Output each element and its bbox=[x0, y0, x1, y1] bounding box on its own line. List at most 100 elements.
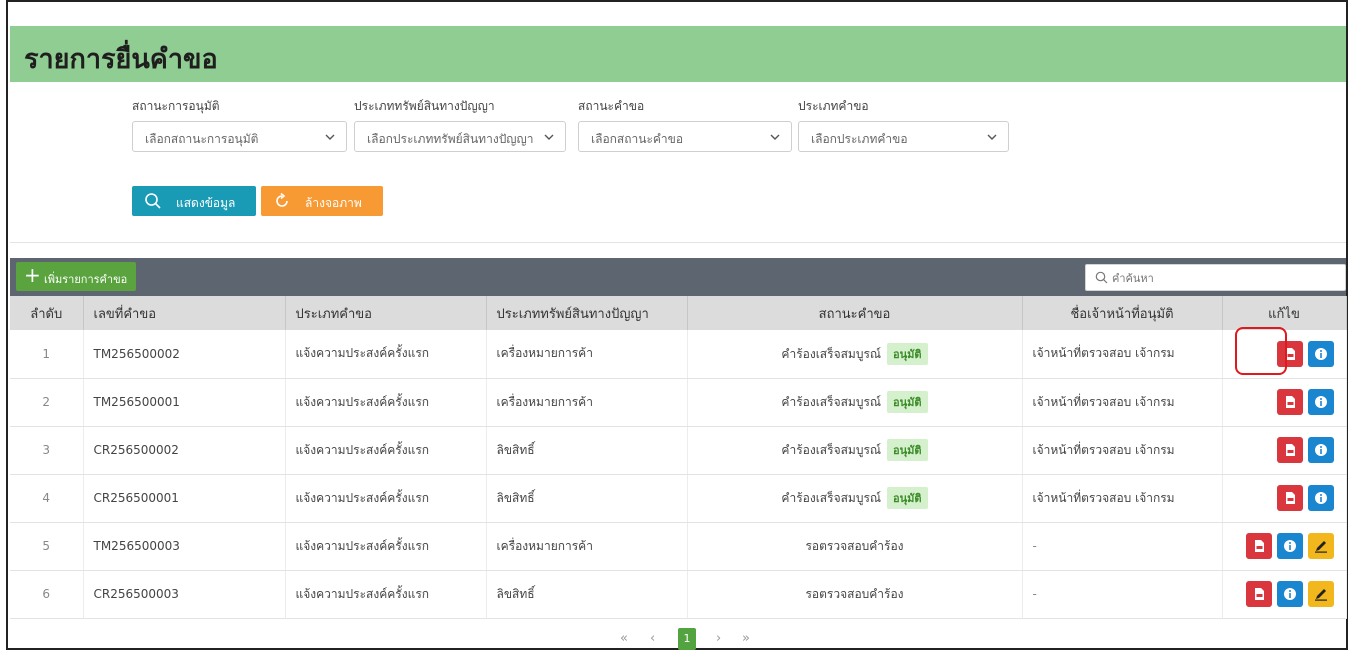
table-toolbar: + เพิ่มรายการคำขอ bbox=[10, 258, 1346, 296]
cell-no: 2 bbox=[10, 378, 84, 427]
table-row: 3 CR256500002 แจ้งความประสงค์ครั้งแรก ลิขสิ… bbox=[10, 426, 1347, 475]
cell-request-id: CR256500003 bbox=[83, 570, 286, 619]
pdf-button[interactable] bbox=[1245, 581, 1272, 607]
cell-ip-type: เครื่องหมายการค้า bbox=[486, 378, 688, 427]
add-request-button[interactable]: + เพิ่มรายการคำขอ bbox=[16, 262, 136, 291]
cell-request-type: แจ้งความประสงค์ครั้งแรก bbox=[285, 330, 487, 379]
col-header-edit: แก้ไข bbox=[1222, 296, 1347, 330]
pdf-file-icon bbox=[1254, 540, 1264, 552]
info-button[interactable] bbox=[1307, 485, 1334, 511]
approval-status-label: สถานะการอนุมัติ bbox=[132, 99, 220, 113]
page-1-button[interactable]: 1 bbox=[678, 628, 696, 650]
edit-button[interactable] bbox=[1307, 581, 1334, 607]
cell-status: คำร้องเสร็จสมบูรณ์ อนุมัติ bbox=[687, 474, 1023, 523]
col-header-status: สถานะคำขอ bbox=[687, 296, 1023, 330]
info-button[interactable] bbox=[1276, 533, 1303, 559]
info-icon bbox=[1314, 396, 1327, 408]
pdf-button[interactable] bbox=[1276, 389, 1303, 415]
table-row: 6 CR256500003 แจ้งความประสงค์ครั้งแรก ลิขสิ… bbox=[10, 570, 1347, 619]
pdf-file-icon bbox=[1285, 492, 1295, 504]
status-badge: อนุมัติ bbox=[887, 342, 928, 365]
cell-ip-type: ลิขสิทธิ์ bbox=[486, 474, 688, 523]
info-icon bbox=[1314, 347, 1327, 360]
search-input[interactable] bbox=[1112, 269, 1332, 287]
request-table: ลำดับ เลขที่คำขอ ประเภทคำขอ ประเภททรัพย์… bbox=[10, 296, 1347, 619]
last-page-button[interactable]: » bbox=[742, 631, 750, 646]
cell-request-id: TM256500001 bbox=[83, 378, 286, 427]
pdf-button[interactable] bbox=[1276, 437, 1303, 463]
info-button[interactable] bbox=[1307, 437, 1334, 463]
cell-actions bbox=[1222, 474, 1347, 523]
next-page-button[interactable]: › bbox=[716, 631, 721, 646]
pdf-button[interactable] bbox=[1245, 533, 1272, 559]
search-icon bbox=[145, 193, 161, 209]
cell-officer: เจ้าหน้าที่ตรวจสอบ เจ้ากรม bbox=[1022, 474, 1223, 523]
cell-status: คำร้องเสร็จสมบูรณ์ อนุมัติ bbox=[687, 330, 1023, 379]
cell-officer: เจ้าหน้าที่ตรวจสอบ เจ้ากรม bbox=[1022, 330, 1223, 379]
table-row: 4 CR256500001 แจ้งความประสงค์ครั้งแรก ลิขสิ… bbox=[10, 474, 1347, 523]
status-text: คำร้องเสร็จสมบูรณ์ bbox=[781, 395, 882, 409]
request-type-select[interactable]: เลือกประเภทคำขอ bbox=[798, 121, 1009, 152]
cell-ip-type: เครื่องหมายการค้า bbox=[486, 522, 688, 571]
edit-button[interactable] bbox=[1307, 533, 1334, 559]
status-text: รอตรวจสอบคำร้อง bbox=[805, 586, 904, 601]
cell-request-id: TM256500003 bbox=[83, 522, 286, 571]
table-row: 5 TM256500003 แจ้งความประสงค์ครั้งแรก เครื่… bbox=[10, 522, 1347, 571]
cell-no: 1 bbox=[10, 330, 84, 379]
cell-officer: - bbox=[1022, 570, 1223, 619]
status-badge: อนุมัติ bbox=[887, 439, 928, 461]
edit-pencil-icon bbox=[1314, 541, 1327, 553]
divider bbox=[10, 242, 1346, 243]
cell-no: 6 bbox=[10, 570, 84, 619]
cell-no: 5 bbox=[10, 522, 84, 571]
col-header-no: ลำดับ bbox=[10, 296, 84, 330]
info-icon bbox=[1314, 444, 1327, 456]
info-button[interactable] bbox=[1307, 340, 1334, 367]
title-bar: รายการยื่นคำขอ bbox=[10, 26, 1346, 82]
cell-request-type: แจ้งความประสงค์ครั้งแรก bbox=[285, 474, 487, 523]
info-button[interactable] bbox=[1276, 581, 1303, 607]
status-text: คำร้องเสร็จสมบูรณ์ bbox=[781, 346, 882, 361]
cell-officer: เจ้าหน้าที่ตรวจสอบ เจ้ากรม bbox=[1022, 426, 1223, 475]
col-header-officer: ชื่อเจ้าหน้าที่อนุมัติ bbox=[1022, 296, 1223, 330]
table-row: 2 TM256500001 แจ้งความประสงค์ครั้งแรก เครื่… bbox=[10, 378, 1347, 427]
ip-type-label: ประเภททรัพย์สินทางปัญญา bbox=[354, 99, 495, 113]
status-badge: อนุมัติ bbox=[887, 391, 928, 413]
pdf-button[interactable] bbox=[1276, 485, 1303, 511]
search-icon bbox=[1095, 271, 1108, 284]
info-button[interactable] bbox=[1307, 389, 1334, 415]
request-status-label: สถานะคำขอ bbox=[578, 99, 645, 113]
cell-request-id: CR256500001 bbox=[83, 474, 286, 523]
cell-request-type: แจ้งความประสงค์ครั้งแรก bbox=[285, 570, 487, 619]
request-status-select[interactable]: เลือกสถานะคำขอ bbox=[578, 121, 792, 152]
cell-status: รอตรวจสอบคำร้อง bbox=[687, 522, 1023, 571]
chevron-down-icon bbox=[325, 134, 335, 140]
pdf-file-icon bbox=[1254, 588, 1264, 600]
chevron-down-icon bbox=[770, 134, 780, 140]
table-row: 1 TM256500002 แจ้งความประสงค์ครั้งแรก เครื่… bbox=[10, 330, 1347, 379]
chevron-down-icon bbox=[987, 134, 997, 140]
prev-page-button[interactable]: ‹ bbox=[650, 631, 655, 646]
plus-icon: + bbox=[24, 263, 41, 287]
cell-request-type: แจ้งความประสงค์ครั้งแรก bbox=[285, 378, 487, 427]
show-data-button[interactable]: แสดงข้อมูล bbox=[132, 186, 256, 216]
status-badge: อนุมัติ bbox=[887, 487, 928, 509]
cell-actions bbox=[1222, 426, 1347, 475]
cell-ip-type: เครื่องหมายการค้า bbox=[486, 330, 688, 379]
ip-type-select[interactable]: เลือกประเภททรัพย์สินทางปัญญา bbox=[354, 121, 566, 152]
cell-ip-type: ลิขสิทธิ์ bbox=[486, 426, 688, 475]
approval-status-select[interactable]: เลือกสถานะการอนุมัติ bbox=[132, 121, 347, 152]
cell-request-type: แจ้งความประสงค์ครั้งแรก bbox=[285, 522, 487, 571]
col-header-request-id: เลขที่คำขอ bbox=[83, 296, 286, 330]
page-frame: รายการยื่นคำขอ สถานะการอนุมัติ เลือกสถาน… bbox=[6, 0, 1348, 650]
status-text: คำร้องเสร็จสมบูรณ์ bbox=[781, 491, 882, 505]
clear-screen-button[interactable]: ล้างจอภาพ bbox=[261, 186, 383, 216]
cell-officer: - bbox=[1022, 522, 1223, 571]
cell-actions bbox=[1222, 570, 1347, 619]
status-text: รอตรวจสอบคำร้อง bbox=[805, 538, 904, 553]
first-page-button[interactable]: « bbox=[620, 631, 628, 646]
request-type-label: ประเภทคำขอ bbox=[798, 99, 869, 113]
cell-status: คำร้องเสร็จสมบูรณ์ อนุมัติ bbox=[687, 426, 1023, 475]
info-icon bbox=[1314, 492, 1327, 504]
cell-no: 4 bbox=[10, 474, 84, 523]
